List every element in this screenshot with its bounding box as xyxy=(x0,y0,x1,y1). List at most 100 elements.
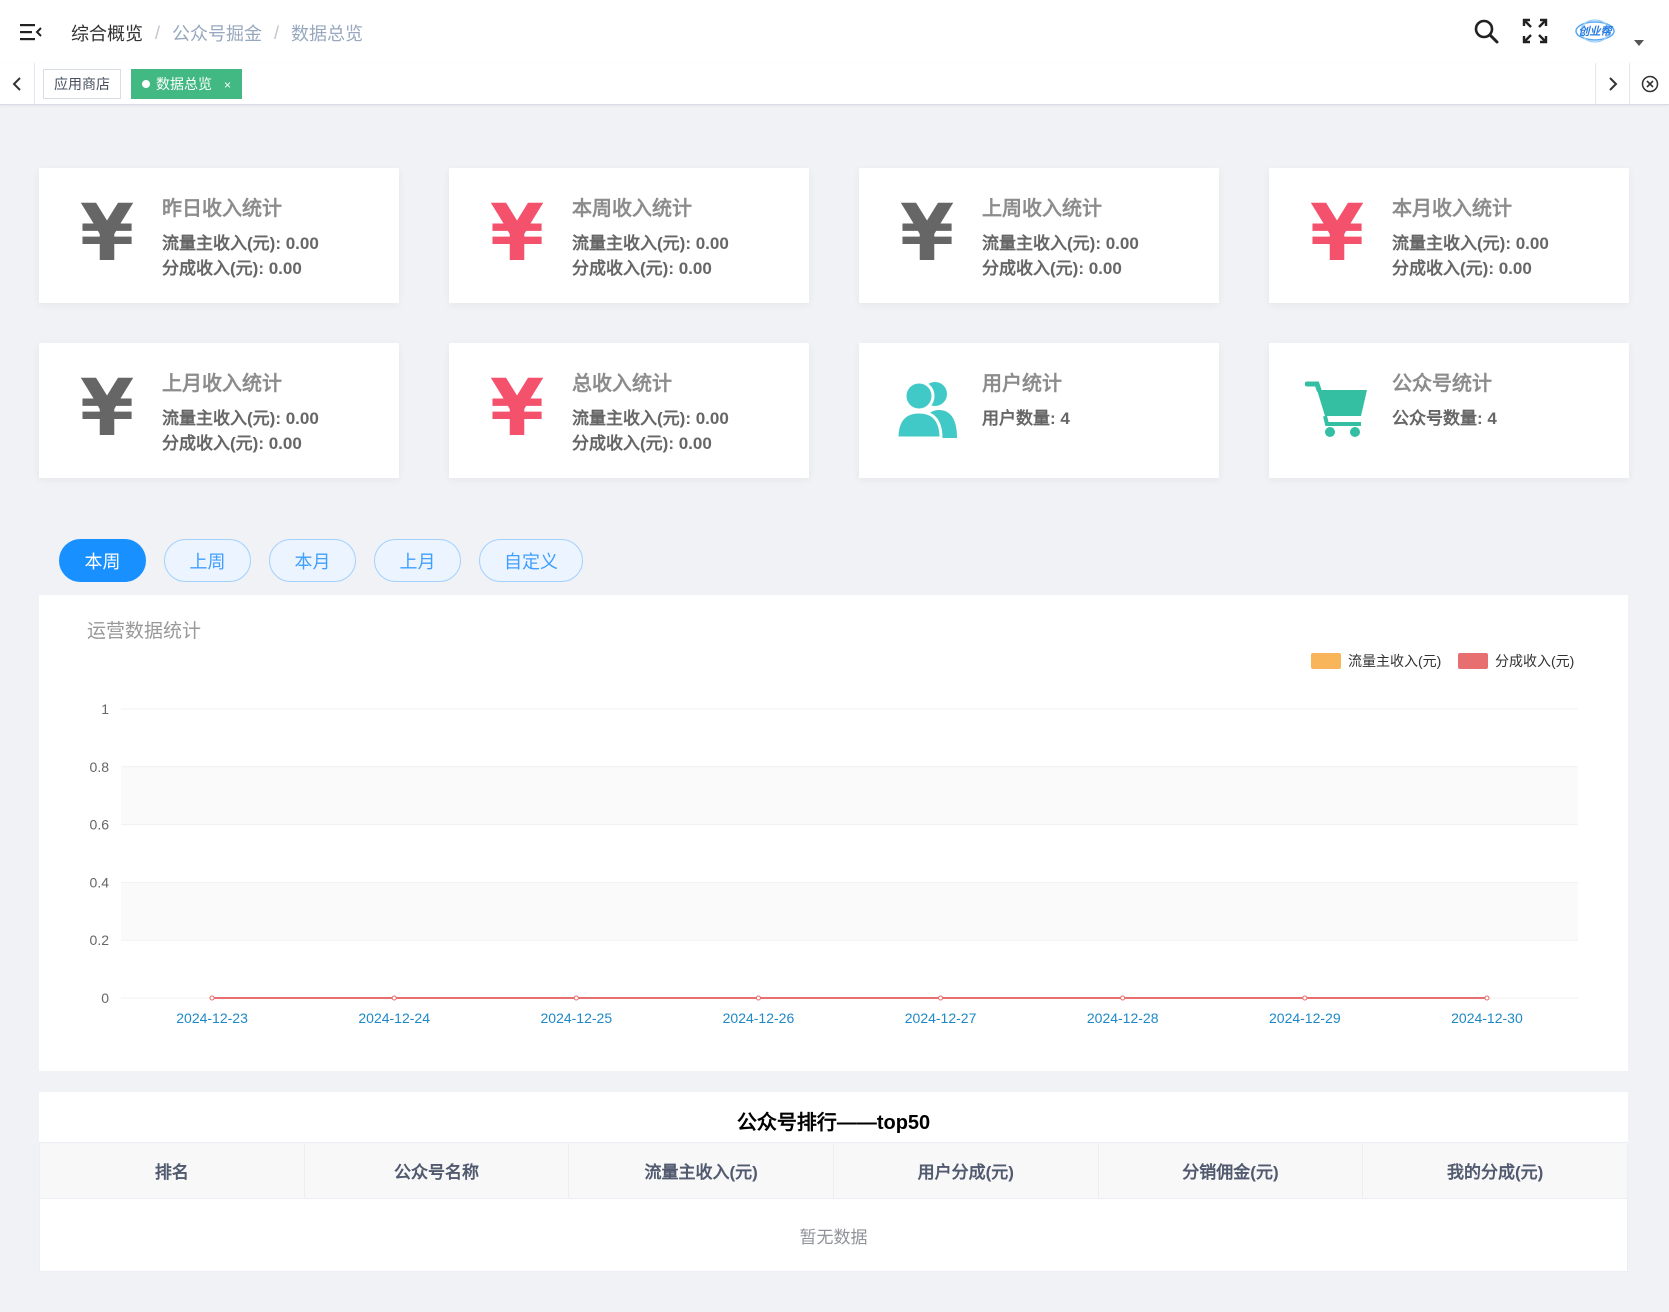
operation-chart-panel: 运营数据统计 分成收入(元) 流量主收入(元) 0 0.2 0.4 0.6 0.8 1 20… xyxy=(39,595,1628,1071)
legend-swatch xyxy=(1458,653,1488,669)
card-this-week-income[interactable]: ¥ 本周收入统计 流量主收入(元): 0.00 分成收入(元): 0.00 xyxy=(449,168,809,303)
card-share-income: 分成收入(元): 0.00 xyxy=(572,434,712,453)
yen-icon: ¥ xyxy=(489,364,545,454)
close-circle-icon[interactable] xyxy=(1632,63,1667,104)
navbar: 综合概览 / 公众号掘金 / 数据总览 创业帮 xyxy=(0,0,1669,63)
operation-chart: 运营数据统计 分成收入(元) 流量主收入(元) 0 0.2 0.4 0.6 0.8 1 20… xyxy=(87,620,1578,1026)
data-point xyxy=(938,995,944,1001)
tag-data-overview[interactable]: 数据总览 × xyxy=(131,69,243,99)
x-tick-label: 2024-12-28 xyxy=(1087,1010,1159,1026)
table-header-row: 排名 公众号名称 流量主收入(元) 用户分成(元) 分销佣金(元) 我的分成(元… xyxy=(39,1142,1628,1199)
breadcrumb-separator: / xyxy=(155,22,161,43)
cart-icon xyxy=(1303,373,1371,445)
tag-label: 数据总览 xyxy=(156,76,212,92)
breadcrumb-item-current: 数据总览 xyxy=(291,24,364,44)
chevron-left-icon[interactable] xyxy=(0,63,35,104)
tag-app-store[interactable]: 应用商店 xyxy=(43,69,121,99)
hamburger-icon[interactable] xyxy=(20,22,42,42)
grid-band xyxy=(121,882,1578,941)
x-tick-label: 2024-12-30 xyxy=(1451,1010,1523,1026)
card-last-week-income[interactable]: ¥ 上周收入统计 流量主收入(元): 0.00 分成收入(元): 0.00 xyxy=(859,168,1219,303)
y-tick-label: 1 xyxy=(101,701,109,717)
card-this-month-income[interactable]: ¥ 本月收入统计 流量主收入(元): 0.00 分成收入(元): 0.00 xyxy=(1269,168,1629,303)
breadcrumb-separator: / xyxy=(274,22,280,43)
search-icon[interactable] xyxy=(1473,18,1499,44)
x-tick-label: 2024-12-26 xyxy=(723,1010,795,1026)
x-tick-label: 2024-12-24 xyxy=(358,1010,430,1026)
card-mp-stats[interactable]: 公众号统计 公众号数量: 4 xyxy=(1269,343,1629,478)
card-title: 上周收入统计 xyxy=(982,198,1102,220)
x-tick-label: 2024-12-25 xyxy=(541,1010,613,1026)
y-tick-label: 0 xyxy=(101,990,109,1006)
x-tick-label: 2024-12-23 xyxy=(176,1010,248,1026)
ranking-table: 排名 公众号名称 流量主收入(元) 用户分成(元) 分销佣金(元) 我的分成(元… xyxy=(39,1142,1628,1272)
column-header-traffic-income[interactable]: 流量主收入(元) xyxy=(568,1142,834,1199)
chevron-right-icon[interactable] xyxy=(1595,63,1630,104)
users-icon xyxy=(893,373,961,445)
legend-label: 流量主收入(元) xyxy=(1348,653,1441,669)
card-traffic-income: 流量主收入(元): 0.00 xyxy=(1392,234,1549,253)
card-title: 公众号统计 xyxy=(1392,373,1492,395)
legend-label: 分成收入(元) xyxy=(1495,653,1574,669)
grid-band xyxy=(121,766,1578,825)
card-title: 总收入统计 xyxy=(572,373,672,395)
card-user-count: 用户数量: 4 xyxy=(982,409,1070,428)
ranking-panel: 公众号排行——top50 排名 公众号名称 流量主收入(元) 用户分成(元) 分… xyxy=(39,1092,1628,1272)
empty-text: 暂无数据 xyxy=(39,1198,1628,1272)
period-last-week-button[interactable]: 上周 xyxy=(164,539,251,582)
yen-icon: ¥ xyxy=(1309,189,1365,279)
yen-icon: ¥ xyxy=(79,189,135,279)
card-traffic-income: 流量主收入(元): 0.00 xyxy=(982,234,1139,253)
caret-down-icon[interactable] xyxy=(1634,40,1644,46)
period-last-month-button[interactable]: 上月 xyxy=(374,539,461,582)
data-point xyxy=(1484,995,1490,1001)
card-last-month-income[interactable]: ¥ 上月收入统计 流量主收入(元): 0.00 分成收入(元): 0.00 xyxy=(39,343,399,478)
card-title: 用户统计 xyxy=(982,373,1062,395)
x-tick-label: 2024-12-27 xyxy=(905,1010,977,1026)
breadcrumb-item-mp[interactable]: 公众号掘金 xyxy=(172,20,262,46)
breadcrumb: 综合概览 / 公众号掘金 / 数据总览 xyxy=(71,20,363,46)
card-total-income[interactable]: ¥ 总收入统计 流量主收入(元): 0.00 分成收入(元): 0.00 xyxy=(449,343,809,478)
y-tick-label: 0.2 xyxy=(90,932,110,948)
ranking-title: 公众号排行——top50 xyxy=(736,1112,931,1134)
data-point xyxy=(391,995,397,1001)
y-tick-label: 0.4 xyxy=(90,874,110,890)
yen-icon: ¥ xyxy=(489,189,545,279)
column-header-rank[interactable]: 排名 xyxy=(39,1142,305,1199)
period-this-month-button[interactable]: 本月 xyxy=(269,539,356,582)
tags-view: 应用商店 数据总览 × xyxy=(0,63,1669,105)
active-dot-icon xyxy=(142,80,150,89)
logo-text: 创业帮 xyxy=(1579,25,1614,38)
breadcrumb-item-overview[interactable]: 综合概览 xyxy=(71,20,143,46)
card-title: 上月收入统计 xyxy=(162,373,282,395)
yen-icon: ¥ xyxy=(79,364,135,454)
column-header-user-share[interactable]: 用户分成(元) xyxy=(832,1142,1099,1199)
chart-title: 运营数据统计 xyxy=(87,620,201,642)
legend-swatch xyxy=(1311,653,1341,669)
column-header-distribution[interactable]: 分销佣金(元) xyxy=(1097,1142,1364,1199)
data-point xyxy=(1120,995,1126,1001)
data-point xyxy=(755,995,761,1001)
card-traffic-income: 流量主收入(元): 0.00 xyxy=(572,234,729,253)
avatar-logo[interactable]: 创业帮 xyxy=(1573,16,1617,46)
y-tick-label: 0.6 xyxy=(90,817,110,833)
period-this-week-button[interactable]: 本周 xyxy=(59,539,146,582)
card-yesterday-income[interactable]: ¥ 昨日收入统计 流量主收入(元): 0.00 分成收入(元): 0.00 xyxy=(39,168,399,303)
card-share-income: 分成收入(元): 0.00 xyxy=(572,259,712,278)
card-traffic-income: 流量主收入(元): 0.00 xyxy=(572,409,729,428)
card-user-stats[interactable]: 用户统计 用户数量: 4 xyxy=(859,343,1219,478)
column-header-mp-name[interactable]: 公众号名称 xyxy=(303,1142,570,1199)
card-share-income: 分成收入(元): 0.00 xyxy=(982,259,1122,278)
yen-icon: ¥ xyxy=(899,189,955,279)
column-header-my-share[interactable]: 我的分成(元) xyxy=(1362,1142,1628,1199)
fullscreen-icon[interactable] xyxy=(1522,18,1548,44)
card-share-income: 分成收入(元): 0.00 xyxy=(1392,259,1532,278)
data-point xyxy=(1302,995,1308,1001)
tag-label: 应用商店 xyxy=(54,76,110,92)
period-custom-button[interactable]: 自定义 xyxy=(479,539,583,582)
card-traffic-income: 流量主收入(元): 0.00 xyxy=(162,409,319,428)
close-icon[interactable]: × xyxy=(224,78,231,92)
data-point xyxy=(209,995,215,1001)
y-tick-label: 0.8 xyxy=(90,759,110,775)
x-tick-label: 2024-12-29 xyxy=(1269,1010,1341,1026)
